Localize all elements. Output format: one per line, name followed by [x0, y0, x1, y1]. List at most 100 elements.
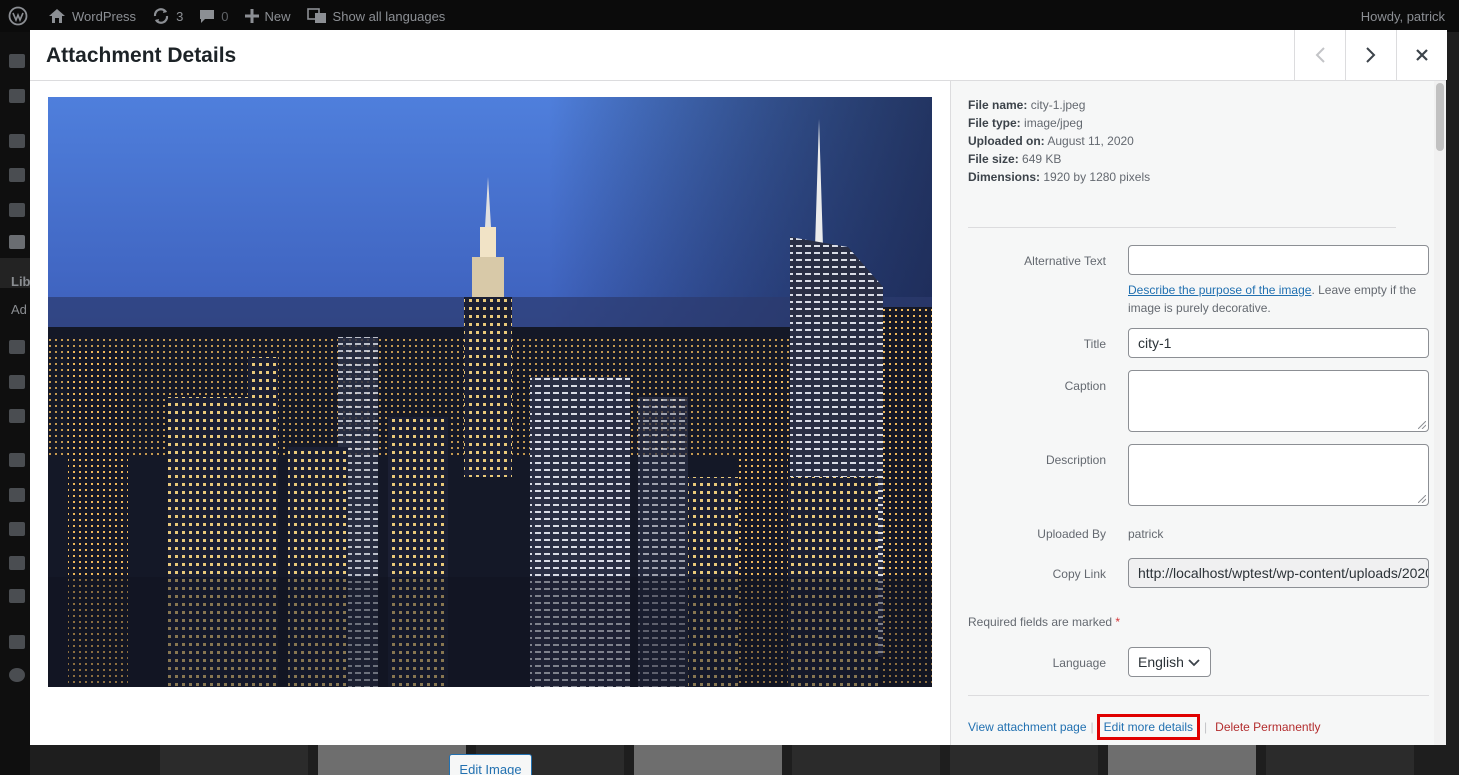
site-name: WordPress: [72, 8, 137, 24]
uploaded-on-row: Uploaded on: August 11, 2020: [968, 134, 1134, 148]
file-name-row: File name: city-1.jpeg: [968, 98, 1086, 112]
modal-title: Attachment Details: [46, 44, 237, 67]
comments-count: 0: [221, 8, 229, 24]
menu-item-library: Lib: [11, 274, 31, 289]
uploaded-by-value: patrick: [1128, 527, 1164, 541]
home-icon: [49, 9, 65, 23]
settings-icon: [9, 89, 25, 103]
action-divider: |: [1090, 720, 1094, 734]
mail-icon: [9, 409, 25, 423]
copy-link-input[interactable]: http://localhost/wptest/wp-content/uploa…: [1128, 558, 1429, 588]
description-label: Description: [1045, 453, 1106, 467]
chevron-left-icon: [1315, 47, 1325, 63]
settings-menu-icon: [9, 589, 25, 603]
file-size-row: File size: 649 KB: [968, 152, 1062, 166]
action-divider: |: [1204, 720, 1208, 734]
media-thumbnail: [950, 745, 1098, 775]
view-attachment-page-link[interactable]: View attachment page: [968, 720, 1087, 734]
media-thumbnail: [1108, 745, 1256, 775]
divider: [968, 695, 1429, 696]
wordpress-logo-button[interactable]: [0, 0, 36, 32]
attachment-details-modal: Attachment Details Edit Image File name:…: [30, 30, 1447, 775]
media-thumbnail: [634, 745, 782, 775]
dimensions-row: Dimensions: 1920 by 1280 pixels: [968, 170, 1151, 184]
account-menu[interactable]: Howdy, patrick: [1353, 0, 1459, 32]
highlight-box: Edit more details: [1096, 714, 1201, 740]
media-thumbnail: [318, 745, 466, 775]
uploaded-on: August 11, 2020: [1047, 134, 1134, 148]
chevron-down-icon: [1188, 659, 1200, 667]
dimensions: 1920 by 1280 pixels: [1043, 170, 1151, 184]
alt-text-label: Alternative Text: [1024, 254, 1106, 268]
file-details: File name: city-1.jpeg File type: image/…: [968, 96, 1150, 186]
new-label: New: [264, 8, 291, 24]
admin-menu: Lib Ad: [0, 32, 31, 775]
divider: [968, 227, 1396, 228]
new-content-link[interactable]: New: [237, 0, 299, 32]
comments-link[interactable]: 0: [191, 0, 236, 32]
delete-permanently-link[interactable]: Delete Permanently: [1215, 720, 1320, 734]
previous-attachment-button[interactable]: [1294, 30, 1345, 80]
sidebar-scrollbar[interactable]: [1434, 81, 1446, 745]
uploaded-by-label: Uploaded By: [1037, 527, 1106, 541]
updates-count: 3: [176, 8, 184, 24]
table-icon: [9, 203, 25, 217]
admin-bar: WordPress 3 0 New Show all languages How…: [0, 0, 1459, 32]
languages-link[interactable]: Show all languages: [299, 0, 454, 32]
media-thumbnail: [160, 745, 308, 775]
wordpress-logo-icon: [8, 6, 28, 26]
file-name: city-1.jpeg: [1030, 98, 1086, 112]
edit-more-details-link[interactable]: Edit more details: [1104, 720, 1193, 734]
language-select[interactable]: English: [1128, 647, 1211, 677]
users-icon: [9, 522, 25, 536]
caption-label: Caption: [1064, 379, 1106, 393]
alt-text-input[interactable]: [1128, 245, 1429, 275]
pin-icon: [9, 134, 25, 148]
updates-link[interactable]: 3: [144, 0, 191, 32]
updates-icon: [153, 8, 169, 24]
copy-link-label: Copy Link: [1052, 567, 1106, 581]
media-thumbnail: [792, 745, 940, 775]
media-icon: [9, 235, 25, 249]
dashboard-icon: [9, 54, 25, 68]
resize-handle-icon[interactable]: [1418, 495, 1426, 503]
required-fields-note: Required fields are marked *: [968, 615, 1121, 629]
chevron-right-icon: [1366, 47, 1376, 63]
caption-textarea[interactable]: [1128, 370, 1429, 432]
describe-purpose-link[interactable]: Describe the purpose of the image: [1128, 283, 1311, 297]
image-preview-area: Edit Image: [30, 81, 950, 775]
scrollbar-thumb[interactable]: [1436, 83, 1444, 151]
plugins-icon: [9, 488, 25, 502]
comments-menu-icon: [9, 375, 25, 389]
language-value: English: [1138, 654, 1184, 670]
title-input[interactable]: city-1: [1128, 328, 1429, 358]
comments-icon: [200, 10, 215, 23]
file-type-row: File type: image/jpeg: [968, 116, 1083, 130]
close-modal-button[interactable]: [1396, 30, 1447, 80]
file-size: 649 KB: [1022, 152, 1062, 166]
title-label: Title: [1083, 337, 1106, 351]
plus-icon: [244, 9, 259, 23]
tools-icon: [9, 556, 25, 570]
edit-image-button[interactable]: Edit Image: [449, 754, 532, 775]
resize-handle-icon[interactable]: [1418, 421, 1426, 429]
appearance-icon: [9, 453, 25, 467]
media-grid-backdrop: [160, 745, 1459, 775]
attachment-image: [48, 97, 932, 687]
alt-text-help: Describe the purpose of the image. Leave…: [1128, 283, 1417, 315]
menu-item-add-new: Ad: [11, 302, 27, 317]
file-type: image/jpeg: [1024, 116, 1083, 130]
attachment-info-sidebar: File name: city-1.jpeg File type: image/…: [950, 81, 1446, 745]
close-icon: [1416, 49, 1428, 61]
languages-menu-icon: [9, 635, 25, 649]
language-label: Language: [1052, 656, 1106, 670]
attachment-actions: View attachment page | Edit more details…: [968, 714, 1321, 740]
site-name-link[interactable]: WordPress: [36, 0, 144, 32]
media-thumbnail: [1266, 745, 1414, 775]
translation-icon: [306, 8, 326, 23]
next-attachment-button[interactable]: [1345, 30, 1396, 80]
pages-icon: [9, 340, 25, 354]
description-textarea[interactable]: [1128, 444, 1429, 506]
collapse-menu-icon: [9, 668, 25, 682]
layout-icon: [9, 168, 25, 182]
